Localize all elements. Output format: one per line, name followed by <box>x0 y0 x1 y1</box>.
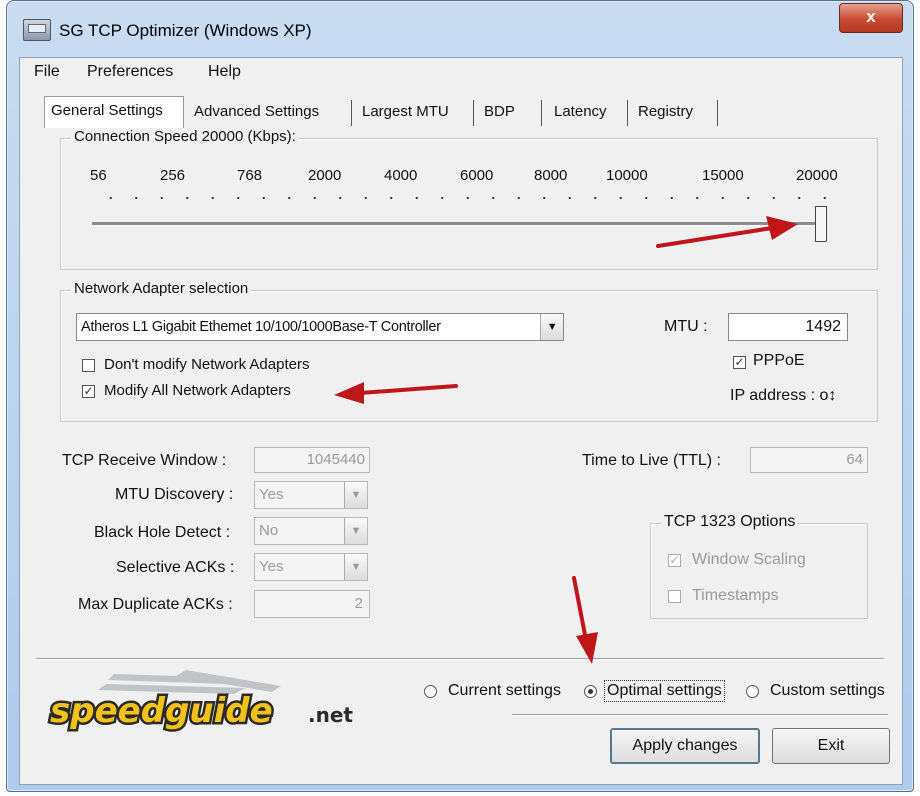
tab-general-settings[interactable]: General Settings <box>44 96 184 128</box>
arrow-to-modify-all-icon <box>358 384 458 395</box>
arrow-head-modify-all-icon <box>334 382 364 404</box>
arrow-head-slider-icon <box>766 216 798 240</box>
arrow-head-optimal-icon <box>576 632 598 664</box>
arrow-to-optimal-icon <box>572 576 588 642</box>
arrow-to-slider-icon <box>656 226 774 248</box>
